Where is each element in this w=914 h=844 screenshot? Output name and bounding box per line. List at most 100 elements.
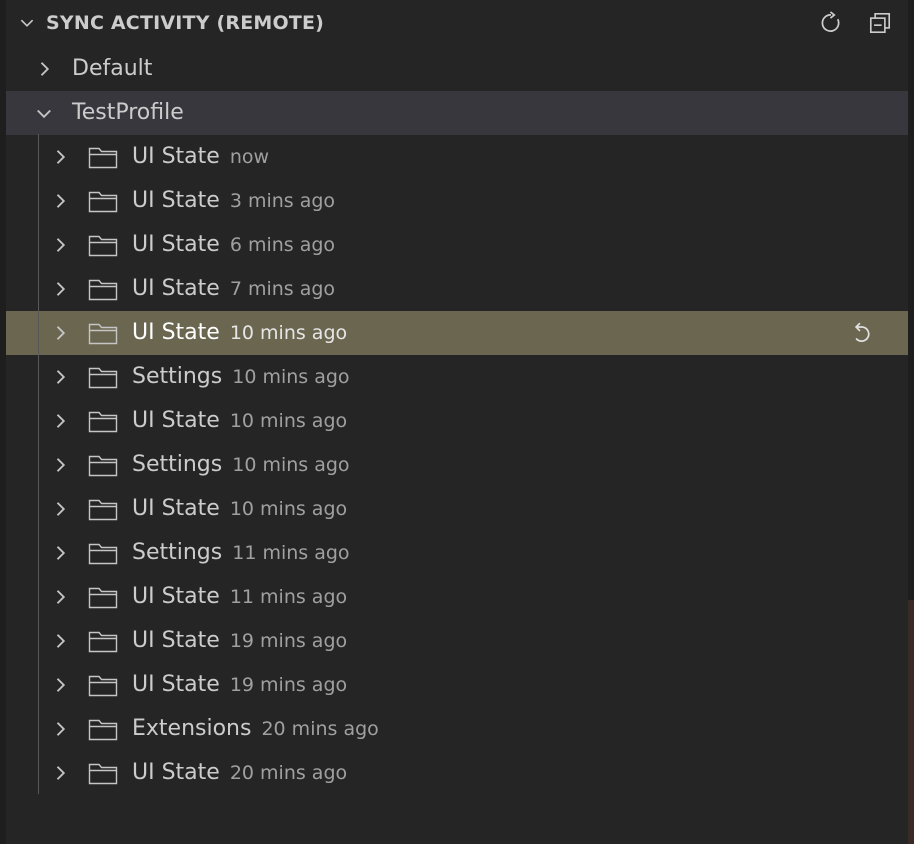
folder-icon	[88, 675, 118, 697]
chevron-right-icon[interactable]	[50, 323, 70, 343]
sync-entry-row[interactable]: UI State 11 mins ago	[6, 575, 908, 619]
sync-time: 10 mins ago	[229, 410, 348, 432]
folder-icon	[88, 587, 118, 609]
sync-entry-row[interactable]: Settings 10 mins ago	[6, 443, 908, 487]
sync-entry-row[interactable]: UI State 19 mins ago	[6, 619, 908, 663]
folder-icon	[88, 499, 118, 521]
restore-icon[interactable]	[848, 320, 874, 346]
chevron-right-icon[interactable]	[50, 279, 70, 299]
sync-entry-label: UI State 6 mins ago	[132, 223, 335, 267]
resource-name: UI State	[132, 144, 220, 169]
sync-entry-label: UI State 10 mins ago	[132, 399, 347, 443]
resource-name: UI State	[132, 672, 220, 697]
sync-entry-label: UI State 3 mins ago	[132, 179, 335, 223]
folder-icon	[88, 719, 118, 741]
resource-name: Settings	[132, 364, 223, 389]
sync-entry-label: UI State 10 mins ago	[132, 311, 347, 355]
sync-entry-row[interactable]: UI State 7 mins ago	[6, 267, 908, 311]
chevron-right-icon[interactable]	[50, 675, 70, 695]
profile-label: TestProfile	[72, 100, 184, 125]
folder-icon	[88, 367, 118, 389]
sync-entry-row[interactable]: UI State 20 mins ago	[6, 751, 908, 795]
collapse-all-button[interactable]	[867, 10, 893, 36]
chevron-right-icon[interactable]	[50, 411, 70, 431]
resource-name: UI State	[132, 232, 220, 257]
sync-entry-label: UI State 19 mins ago	[132, 619, 347, 663]
sync-activity-panel: SYNC ACTIVITY (REMOTE) Default TestProfil…	[6, 0, 908, 844]
resource-name: UI State	[132, 188, 220, 213]
chevron-down-icon[interactable]	[34, 103, 54, 123]
panel-title: SYNC ACTIVITY (REMOTE)	[46, 12, 325, 34]
chevron-down-icon[interactable]	[18, 14, 36, 32]
resource-name: UI State	[132, 584, 220, 609]
refresh-icon	[821, 11, 840, 32]
sync-entry-row[interactable]: UI State 19 mins ago	[6, 663, 908, 707]
folder-icon	[88, 235, 118, 257]
resource-name: UI State	[132, 320, 220, 345]
chevron-right-icon[interactable]	[50, 147, 70, 167]
refresh-button[interactable]	[818, 10, 844, 36]
chevron-right-icon[interactable]	[50, 719, 70, 739]
panel-edge	[908, 0, 914, 844]
chevron-right-icon[interactable]	[50, 631, 70, 651]
sync-entry-row[interactable]: UI State now	[6, 135, 908, 179]
chevron-right-icon[interactable]	[50, 455, 70, 475]
sync-entry-label: Settings 11 mins ago	[132, 531, 350, 575]
sync-time: 10 mins ago	[229, 322, 348, 344]
chevron-right-icon[interactable]	[50, 499, 70, 519]
folder-icon	[88, 191, 118, 213]
resource-name: Extensions	[132, 716, 252, 741]
sync-entry-row[interactable]: UI State 10 mins ago	[6, 311, 908, 355]
folder-icon	[88, 763, 118, 785]
panel-header[interactable]: SYNC ACTIVITY (REMOTE)	[6, 0, 908, 46]
sync-entry-row[interactable]: UI State 10 mins ago	[6, 487, 908, 531]
sync-entry-label: UI State 7 mins ago	[132, 267, 335, 311]
sync-entry-row[interactable]: UI State 10 mins ago	[6, 399, 908, 443]
profile-row[interactable]: TestProfile	[6, 91, 908, 135]
sync-entry-label: Settings 10 mins ago	[132, 443, 350, 487]
chevron-right-icon[interactable]	[50, 587, 70, 607]
sync-entry-label: UI State 10 mins ago	[132, 487, 347, 531]
sync-time: 11 mins ago	[232, 542, 350, 564]
profile-row[interactable]: Default	[6, 47, 908, 91]
sync-entry-row[interactable]: Extensions 20 mins ago	[6, 707, 908, 751]
chevron-right-icon[interactable]	[34, 59, 54, 79]
sync-entry-row[interactable]: UI State 6 mins ago	[6, 223, 908, 267]
folder-icon	[88, 279, 118, 301]
sync-time: now	[229, 146, 270, 168]
resource-name: UI State	[132, 496, 220, 521]
sync-entry-row[interactable]: UI State 3 mins ago	[6, 179, 908, 223]
sync-time: 10 mins ago	[229, 498, 348, 520]
chevron-right-icon[interactable]	[50, 191, 70, 211]
sync-time: 19 mins ago	[229, 630, 348, 652]
sync-time: 19 mins ago	[229, 674, 348, 696]
sync-entry-label: UI State 20 mins ago	[132, 751, 347, 795]
profile-label: Default	[72, 56, 153, 81]
folder-icon	[88, 147, 118, 169]
folder-icon	[88, 323, 118, 345]
folder-icon	[88, 455, 118, 477]
sync-time: 11 mins ago	[229, 586, 348, 608]
sync-entry-label: UI State now	[132, 135, 269, 179]
resource-name: Settings	[132, 452, 223, 477]
chevron-right-icon[interactable]	[50, 543, 70, 563]
sync-time: 6 mins ago	[229, 234, 336, 256]
chevron-right-icon[interactable]	[50, 763, 70, 783]
resource-name: UI State	[132, 760, 220, 785]
sync-time: 20 mins ago	[261, 718, 379, 740]
sync-time: 10 mins ago	[232, 454, 350, 476]
chevron-right-icon[interactable]	[50, 367, 70, 387]
sync-entry-label: Settings 10 mins ago	[132, 355, 350, 399]
resource-name: UI State	[132, 408, 220, 433]
chevron-right-icon[interactable]	[50, 235, 70, 255]
collapse-all-icon	[869, 12, 891, 34]
panel-edge-accent	[908, 600, 914, 844]
folder-icon	[88, 411, 118, 433]
sync-entry-label: UI State 19 mins ago	[132, 663, 347, 707]
sync-entry-label: Extensions 20 mins ago	[132, 707, 379, 751]
sync-entry-row[interactable]: Settings 11 mins ago	[6, 531, 908, 575]
sync-time: 10 mins ago	[232, 366, 350, 388]
indent-guide	[38, 134, 39, 794]
sync-entry-row[interactable]: Settings 10 mins ago	[6, 355, 908, 399]
resource-name: Settings	[132, 540, 223, 565]
